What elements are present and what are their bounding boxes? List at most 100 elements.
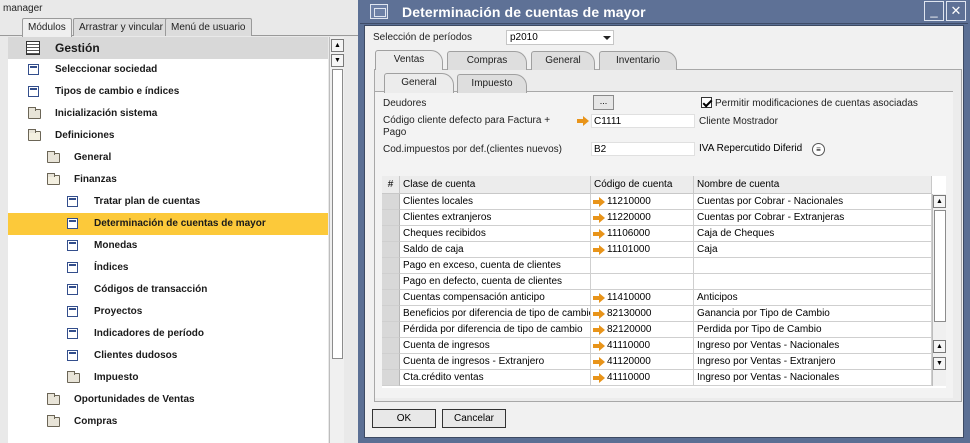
cell-codigo[interactable]: 41120000: [591, 354, 694, 370]
subtab-impuesto[interactable]: Impuesto: [457, 74, 527, 93]
link-arrow-icon[interactable]: [593, 293, 605, 303]
menu-item[interactable]: Monedas: [8, 235, 328, 257]
window-titlebar[interactable]: Determinación de cuentas de mayor _ ✕: [360, 0, 968, 24]
row-selector[interactable]: [382, 290, 400, 306]
cell-codigo[interactable]: 82120000: [591, 322, 694, 338]
table-row[interactable]: Pago en defecto, cuenta de clientes: [382, 274, 932, 290]
menu-item-label: Proyectos: [94, 306, 143, 317]
cancel-button[interactable]: Cancelar: [442, 409, 506, 428]
row-selector[interactable]: [382, 322, 400, 338]
link-arrow-icon[interactable]: [593, 341, 605, 351]
row-selector[interactable]: [382, 226, 400, 242]
cell-codigo[interactable]: 82130000: [591, 306, 694, 322]
scroll-up-button[interactable]: ▲: [933, 340, 946, 353]
link-arrow-icon[interactable]: [593, 213, 605, 223]
menu-item[interactable]: Seleccionar sociedad: [8, 59, 328, 81]
menu-item[interactable]: Finanzas: [8, 169, 328, 191]
table-row[interactable]: Pago en exceso, cuenta de clientes: [382, 258, 932, 274]
cell-codigo[interactable]: 11101000: [591, 242, 694, 258]
table-row[interactable]: Saldo de caja 11101000 Caja: [382, 242, 932, 258]
menu-item[interactable]: Indicadores de período: [8, 323, 328, 345]
row-selector[interactable]: [382, 194, 400, 210]
row-selector[interactable]: [382, 274, 400, 290]
cell-codigo[interactable]: [591, 258, 694, 274]
table-row[interactable]: Pérdida por diferencia de tipo de cambio…: [382, 322, 932, 338]
table-row[interactable]: Beneficios por diferencia de tipo de cam…: [382, 306, 932, 322]
scroll-down-button[interactable]: ▼: [331, 54, 344, 67]
row-selector[interactable]: [382, 306, 400, 322]
row-selector[interactable]: [382, 242, 400, 258]
row-selector[interactable]: [382, 370, 400, 386]
link-arrow-icon[interactable]: [577, 116, 589, 126]
scroll-up-button[interactable]: ▲: [933, 195, 946, 208]
menu-item[interactable]: Determinación de cuentas de mayor: [8, 213, 328, 235]
list-icon[interactable]: ≡: [812, 143, 825, 156]
ok-button[interactable]: OK: [372, 409, 436, 428]
menu-item[interactable]: Compras: [8, 411, 328, 433]
scroll-thumb[interactable]: [934, 210, 946, 322]
row-selector[interactable]: [382, 338, 400, 354]
scroll-down-button[interactable]: ▼: [933, 357, 946, 370]
tab-compras[interactable]: Compras: [447, 51, 527, 70]
tab-modulos[interactable]: Módulos: [22, 18, 72, 37]
menu-item[interactable]: Impuesto: [8, 367, 328, 389]
menu-item[interactable]: Índices: [8, 257, 328, 279]
period-select[interactable]: p2010: [506, 30, 614, 45]
tab-general[interactable]: General: [531, 51, 595, 70]
column-header-nombre: Nombre de cuenta: [694, 176, 932, 194]
link-arrow-icon[interactable]: [593, 245, 605, 255]
main-menu-pane: manager Módulos Arrastrar y vincular Men…: [0, 0, 358, 443]
table-scrollbar[interactable]: ▲ ▲ ▼: [932, 194, 946, 386]
close-icon[interactable]: ✕: [946, 1, 966, 21]
menu-item[interactable]: Clientes dudosos: [8, 345, 328, 367]
tab-ventas[interactable]: Ventas: [375, 50, 443, 70]
menu-item[interactable]: General: [8, 147, 328, 169]
tab-arrastrar-vincular[interactable]: Arrastrar y vincular: [73, 18, 169, 36]
cell-codigo[interactable]: [591, 274, 694, 290]
menu-item[interactable]: Definiciones: [8, 125, 328, 147]
row-selector[interactable]: [382, 354, 400, 370]
menu-item[interactable]: Gestión: [8, 37, 328, 59]
link-arrow-icon[interactable]: [593, 197, 605, 207]
table-row[interactable]: Clientes locales 11210000 Cuentas por Cobr…: [382, 194, 932, 210]
link-arrow-icon[interactable]: [593, 325, 605, 335]
scroll-up-button[interactable]: ▲: [331, 39, 344, 52]
cell-codigo[interactable]: 11220000: [591, 210, 694, 226]
subtab-general[interactable]: General: [384, 73, 454, 93]
menu-item[interactable]: Tipos de cambio e índices: [8, 81, 328, 103]
codigo-cliente-field[interactable]: C1111: [591, 114, 695, 128]
permitir-checkbox[interactable]: [701, 97, 712, 108]
scroll-thumb[interactable]: [332, 69, 343, 359]
row-selector[interactable]: [382, 258, 400, 274]
link-arrow-icon[interactable]: [593, 229, 605, 239]
menu-item[interactable]: Oportunidades de Ventas: [8, 389, 328, 411]
menu-scrollbar[interactable]: ▲ ▼: [329, 37, 344, 443]
cod-impuestos-field[interactable]: B2: [591, 142, 695, 156]
cell-codigo[interactable]: 41110000: [591, 338, 694, 354]
menu-item[interactable]: Códigos de transacción: [8, 279, 328, 301]
table-row[interactable]: Cuenta de ingresos 41110000 Ingreso por Ve…: [382, 338, 932, 354]
link-arrow-icon[interactable]: [593, 309, 605, 319]
link-arrow-icon[interactable]: [593, 373, 605, 383]
cell-clase: Clientes locales: [400, 194, 591, 210]
minimize-icon[interactable]: _: [924, 1, 944, 21]
cell-codigo[interactable]: 11210000: [591, 194, 694, 210]
cell-codigo[interactable]: 41110000: [591, 370, 694, 386]
tab-menu-usuario[interactable]: Menú de usuario: [165, 18, 252, 36]
menu-item[interactable]: Proyectos: [8, 301, 328, 323]
table-row[interactable]: Cheques recibidos 11106000 Caja de Cheques: [382, 226, 932, 242]
table-row[interactable]: Cuenta de ingresos - Extranjero 41120000 I…: [382, 354, 932, 370]
folder-icon: [47, 393, 60, 405]
table-row[interactable]: Clientes extranjeros 11220000 Cuentas por …: [382, 210, 932, 226]
row-selector[interactable]: [382, 210, 400, 226]
menu-item[interactable]: Tratar plan de cuentas: [8, 191, 328, 213]
tab-inventario[interactable]: Inventario: [599, 51, 677, 70]
table-row[interactable]: Cuentas compensación anticipo 11410000 Ant…: [382, 290, 932, 306]
cell-nombre: Cuentas por Cobrar - Extranjeras: [694, 210, 932, 226]
cell-codigo[interactable]: 11410000: [591, 290, 694, 306]
menu-item[interactable]: Inicialización sistema: [8, 103, 328, 125]
table-row[interactable]: Cta.crédito ventas 41110000 Ingreso por Ve…: [382, 370, 932, 386]
cell-codigo[interactable]: 11106000: [591, 226, 694, 242]
deudores-button[interactable]: ...: [593, 95, 614, 110]
link-arrow-icon[interactable]: [593, 357, 605, 367]
